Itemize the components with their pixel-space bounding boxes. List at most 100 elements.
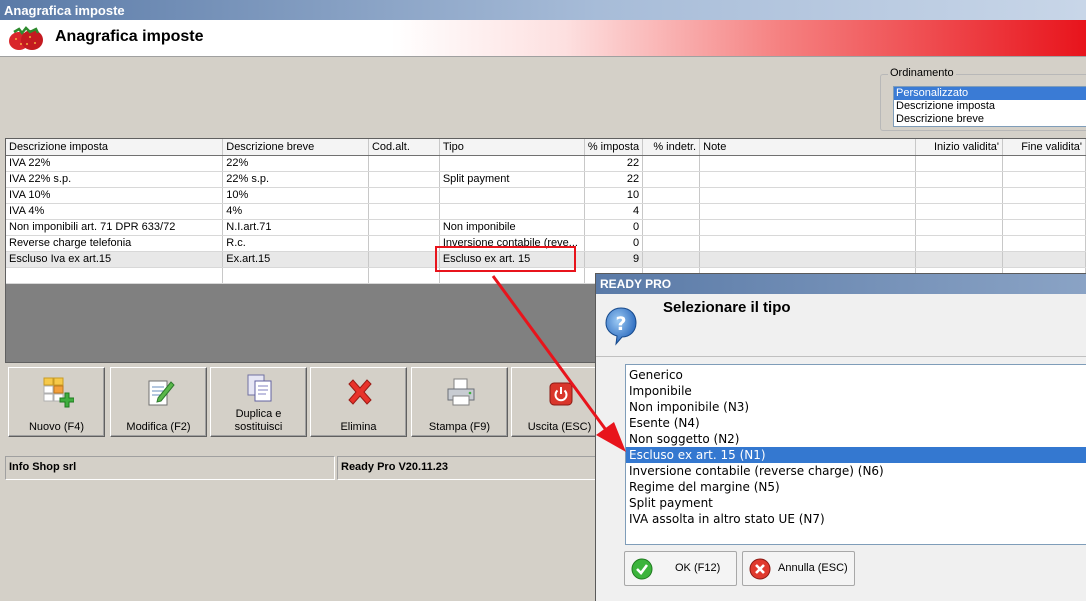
cell-note [699, 235, 917, 252]
type-option-selected[interactable]: Escluso ex art. 15 (N1) [626, 447, 1086, 463]
cell-indetr [642, 251, 701, 268]
ordinamento-option[interactable]: Personalizzato [894, 87, 1086, 100]
status-company: Info Shop srl [5, 456, 335, 480]
dialog-titlebar: READY PRO [596, 274, 1086, 294]
cell-descrizione: Reverse charge telefonia [6, 235, 224, 252]
type-listbox[interactable]: Generico Imponibile Non imponibile (N3) … [625, 364, 1086, 545]
cell-inizio [915, 203, 1004, 220]
cell-imposta: 4 [584, 203, 644, 220]
page-header: Anagrafica imposte [0, 20, 1086, 57]
cell-inizio [915, 235, 1004, 252]
ordinamento-legend: Ordinamento [888, 67, 956, 79]
cell-breve: 4% [222, 203, 369, 220]
green-check-icon [631, 558, 653, 580]
status-bar: Info Shop srl Ready Pro V20.11.23 [5, 456, 596, 480]
cell-imposta: 0 [584, 235, 644, 252]
type-option[interactable]: Split payment [626, 495, 1086, 511]
cell-descrizione: Escluso Iva ex art.15 [6, 251, 224, 268]
svg-text:?: ? [615, 313, 626, 335]
column-header[interactable]: Note [699, 139, 917, 156]
ok-button[interactable]: OK (F12) [624, 551, 737, 586]
column-header[interactable]: Descrizione breve [222, 139, 369, 156]
dialog-heading: Selezionare il tipo [663, 299, 791, 316]
strawberry-logo-icon [9, 26, 43, 50]
cell-note [699, 251, 917, 268]
ordinamento-option[interactable]: Descrizione breve [894, 113, 1086, 126]
cell-descrizione: IVA 22% [6, 155, 224, 172]
table-row[interactable]: IVA 10% 10% 10 [6, 187, 1086, 204]
cell-tipo: Non imponibile [439, 219, 585, 236]
type-option[interactable]: Imponibile [626, 383, 1086, 399]
column-header[interactable]: Inizio validita' [915, 139, 1004, 156]
cell-breve: N.I.art.71 [222, 219, 369, 236]
column-header[interactable]: % indetr. [642, 139, 701, 156]
modifica-button[interactable]: Modifica (F2) [110, 367, 207, 437]
ordinamento-option[interactable]: Descrizione imposta [894, 100, 1086, 113]
cell-descrizione: IVA 22% s.p. [6, 171, 224, 188]
cell-fine [1002, 251, 1086, 268]
empty-cell [6, 267, 224, 284]
type-option[interactable]: Non imponibile (N3) [626, 399, 1086, 415]
annulla-label: Annulla (ESC) [778, 562, 848, 574]
type-option[interactable]: Regime del margine (N5) [626, 479, 1086, 495]
grid-add-icon [43, 377, 74, 408]
edit-document-icon [148, 380, 175, 406]
modifica-label: Modifica (F2) [126, 421, 191, 433]
cell-tipo [439, 203, 585, 220]
stampa-label: Stampa (F9) [428, 421, 491, 433]
cell-breve: 22% s.p. [222, 171, 369, 188]
annulla-button[interactable]: Annulla (ESC) [742, 551, 855, 586]
cell-inizio [915, 187, 1004, 204]
empty-cell [222, 267, 369, 284]
stampa-button[interactable]: Stampa (F9) [411, 367, 508, 437]
cell-inizio [915, 219, 1004, 236]
type-option[interactable]: IVA assolta in altro stato UE (N7) [626, 511, 1086, 527]
cell-breve: R.c. [222, 235, 369, 252]
column-header[interactable]: Fine validita' [1002, 139, 1086, 156]
table-row[interactable]: IVA 22% 22% 22 [6, 155, 1086, 172]
red-x-icon [348, 379, 372, 405]
type-option[interactable]: Inversione contabile (reverse charge) (N… [626, 463, 1086, 479]
cell-imposta: 22 [584, 155, 644, 172]
status-version: Ready Pro V20.11.23 [337, 456, 596, 480]
column-header[interactable]: % imposta [584, 139, 644, 156]
table-row[interactable]: IVA 4% 4% 4 [6, 203, 1086, 220]
type-option[interactable]: Non soggetto (N2) [626, 431, 1086, 447]
cell-fine [1002, 187, 1086, 204]
cell-imposta: 10 [584, 187, 644, 204]
cell-tipo [439, 187, 585, 204]
cell-note [699, 219, 917, 236]
table-row[interactable]: IVA 22% s.p. 22% s.p. Split payment 22 [6, 171, 1086, 188]
question-icon: ? [605, 307, 637, 346]
uscita-button[interactable]: Uscita (ESC) [511, 367, 608, 437]
cell-indetr [642, 155, 701, 172]
table-row[interactable]: Non imponibili art. 71 DPR 633/72 N.I.ar… [6, 219, 1086, 236]
ordinamento-listbox[interactable]: Personalizzato Descrizione imposta Descr… [893, 86, 1086, 127]
elimina-button[interactable]: Elimina [310, 367, 407, 437]
column-header[interactable]: Tipo [439, 139, 585, 156]
duplicate-documents-icon [247, 374, 272, 402]
type-option[interactable]: Esente (N4) [626, 415, 1086, 431]
red-cancel-icon [749, 558, 771, 580]
duplica-label: Duplica e sostituisci [234, 408, 283, 433]
cell-descrizione: Non imponibili art. 71 DPR 633/72 [6, 219, 224, 236]
cell-breve: 10% [222, 187, 369, 204]
window-titlebar: Anagrafica imposte [0, 0, 1086, 20]
cell-note [699, 187, 917, 204]
cell-codalt [368, 171, 440, 188]
cell-imposta: 0 [584, 219, 644, 236]
cell-indetr [642, 235, 701, 252]
cell-codalt [368, 187, 440, 204]
dialog-title: READY PRO [600, 277, 672, 291]
cell-inizio [915, 251, 1004, 268]
nuovo-button[interactable]: Nuovo (F4) [8, 367, 105, 437]
cell-breve: 22% [222, 155, 369, 172]
duplica-button[interactable]: Duplica e sostituisci [210, 367, 307, 437]
power-icon [549, 382, 573, 406]
nuovo-label: Nuovo (F4) [28, 421, 85, 433]
cell-fine [1002, 155, 1086, 172]
cell-imposta: 22 [584, 171, 644, 188]
column-header[interactable]: Descrizione imposta [6, 139, 224, 156]
type-option[interactable]: Generico [626, 367, 1086, 383]
column-header[interactable]: Cod.alt. [368, 139, 440, 156]
